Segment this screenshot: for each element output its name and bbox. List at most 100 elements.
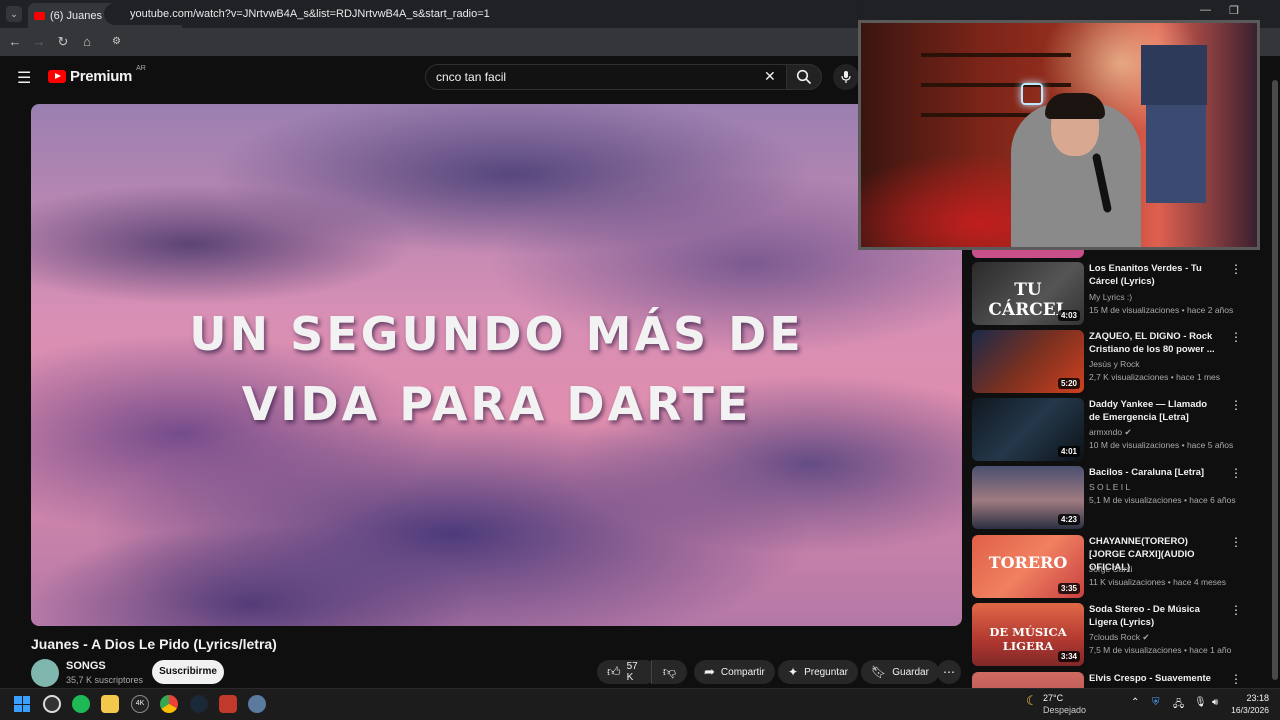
channel-name[interactable]: SONGS — [66, 660, 106, 672]
more-vertical-icon[interactable]: ⋮ — [1230, 672, 1242, 686]
4k-app-icon[interactable]: 4K — [131, 695, 149, 713]
reload-button[interactable]: ↻ — [54, 33, 72, 51]
minimize-button[interactable]: — — [1200, 4, 1211, 16]
channel-avatar[interactable] — [31, 659, 59, 687]
network-icon[interactable]: 🖧︎ — [1173, 697, 1184, 714]
more-vertical-icon[interactable]: ⋮ — [1230, 262, 1242, 276]
video-title[interactable]: Soda Stereo - De Música Ligera (Lyrics) — [1089, 603, 1219, 629]
channel-name[interactable]: Jorge Carxi — [1089, 564, 1132, 574]
search-input[interactable]: cnco tan facil — [425, 64, 787, 90]
recommendation-item[interactable]: TU CÁRCEL 4:03 Los Enanitos Verdes - Tu … — [972, 262, 1252, 326]
more-vertical-icon[interactable]: ⋮ — [1230, 398, 1242, 412]
weather-moon-icon[interactable]: ☾ — [1026, 693, 1038, 709]
clock-time[interactable]: 23:18 — [1236, 693, 1269, 703]
recommendation-item[interactable]: 4:23 Bacilos - Caraluna [Letra] S O L E … — [972, 466, 1252, 530]
video-meta: 11 K visualizaciones • hace 4 meses — [1089, 577, 1227, 587]
video-duration: 3:35 — [1057, 583, 1080, 594]
save-button[interactable]: 🔖︎ Guardar — [861, 660, 939, 684]
microphone-icon — [841, 71, 851, 83]
channel-name[interactable]: Jesús y Rock — [1089, 359, 1140, 369]
tab-list-button[interactable]: ⌄ — [6, 6, 22, 22]
video-title[interactable]: ZAQUEO, EL DIGNO - Rock Cristiano de los… — [1089, 330, 1219, 356]
spotify-app-icon[interactable] — [72, 695, 90, 713]
restore-button[interactable]: ❐ — [1229, 4, 1239, 17]
windows-start-icon[interactable] — [14, 696, 30, 712]
youtube-logo-icon — [48, 70, 66, 83]
more-vertical-icon[interactable]: ⋮ — [1230, 330, 1242, 344]
video-title[interactable]: Daddy Yankee — Llamado de Emergencia [Le… — [1089, 398, 1219, 424]
streamer-hair — [1045, 93, 1105, 119]
channel-name[interactable]: My Lyrics :) — [1089, 292, 1132, 302]
clock-date[interactable]: 16/3/2026 — [1227, 705, 1269, 715]
home-button[interactable]: ⌂ — [78, 33, 96, 51]
chrome-app-icon[interactable] — [160, 695, 178, 713]
recommendation-item[interactable]: 5:20 ZAQUEO, EL DIGNO - Rock Cristiano d… — [972, 330, 1252, 394]
channel-name[interactable]: armxndo ✔ — [1089, 427, 1132, 438]
video-title[interactable]: Los Enanitos Verdes - Tu Cárcel (Lyrics) — [1089, 262, 1219, 288]
volume-icon[interactable]: 🔊︎ — [1212, 697, 1218, 708]
steam-app-icon[interactable] — [190, 695, 208, 713]
back-button[interactable]: ← — [6, 33, 24, 51]
video-title[interactable]: Bacilos - Caraluna [Letra] — [1089, 466, 1219, 479]
video-thumbnail[interactable]: TORERO 3:35 — [972, 535, 1084, 598]
subscribe-button[interactable]: Suscribirme — [152, 660, 224, 684]
search-button[interactable] — [786, 64, 822, 90]
forward-button[interactable]: → — [30, 33, 48, 51]
voice-search-button[interactable] — [833, 64, 859, 90]
channel-name-text: armxndo — [1089, 427, 1123, 437]
app-icon[interactable] — [219, 695, 237, 713]
settings-gear-icon[interactable] — [248, 695, 266, 713]
video-thumbnail[interactable]: DE MÚSICA LIGERA 3:34 — [972, 603, 1084, 666]
clear-search-icon[interactable]: ✕ — [764, 68, 776, 85]
address-bar[interactable]: youtube.com/watch?v=JNrtvwB4A_s&list=RDJ… — [104, 3, 864, 25]
channel-name[interactable]: S O L E I L — [1089, 482, 1130, 492]
partial-thumbnail[interactable] — [972, 250, 1084, 258]
recommendation-item[interactable]: DE MÚSICA LIGERA 3:34 Soda Stereo - De M… — [972, 603, 1252, 667]
video-meta: 15 M de visualizaciones • hace 2 años — [1089, 305, 1234, 315]
recommendation-item[interactable]: TORERO 3:35 CHAYANNE(TORERO)[JORGE CARXI… — [972, 535, 1252, 599]
lyric-line-2: VIDA PARA DARTE — [241, 377, 752, 431]
shield-icon[interactable]: ⛨ — [1152, 697, 1160, 708]
subscriber-count: 35,7 K suscriptores — [66, 675, 144, 685]
channel-name[interactable]: 7clouds Rock ✔ — [1089, 632, 1150, 643]
microphone-tray-icon[interactable]: 🎙︎ — [1194, 697, 1207, 708]
share-button[interactable]: ➦ Compartir — [694, 660, 775, 684]
video-thumbnail[interactable]: 5:20 — [972, 330, 1084, 393]
like-button[interactable]: 👍︎ 57 K — [597, 660, 657, 684]
scrollbar-thumb[interactable] — [1272, 80, 1278, 680]
more-actions-button[interactable]: ⋯ — [937, 660, 961, 684]
weather-temperature[interactable]: 27°C — [1043, 693, 1063, 703]
save-label: Guardar — [892, 666, 929, 678]
youtube-premium-logo[interactable]: Premium AR — [48, 65, 146, 85]
video-lyric-overlay: UN SEGUNDO MÁS DE VIDA PARA DARTE — [31, 299, 962, 439]
video-thumbnail[interactable]: 4:23 — [972, 466, 1084, 529]
video-player[interactable]: UN SEGUNDO MÁS DE VIDA PARA DARTE — [31, 104, 962, 626]
video-thumbnail[interactable]: 4:01 — [972, 398, 1084, 461]
more-vertical-icon[interactable]: ⋮ — [1230, 466, 1242, 480]
more-vertical-icon[interactable]: ⋮ — [1230, 603, 1242, 617]
video-meta: 5,1 M de visualizaciones • hace 6 años — [1089, 495, 1236, 505]
video-title[interactable]: Elvis Crespo - Suavemente — [1089, 672, 1219, 685]
thumbs-up-icon: 👍︎ — [607, 664, 621, 679]
share-icon: ➦ — [704, 664, 715, 679]
recommendation-item[interactable]: Elvis Crespo - Suavemente ⋮ — [972, 672, 1252, 688]
file-explorer-icon[interactable] — [101, 695, 119, 713]
country-code: AR — [136, 65, 146, 72]
verified-icon: ✔ — [1124, 427, 1132, 437]
ask-label: Preguntar — [804, 666, 848, 678]
more-vertical-icon[interactable]: ⋮ — [1230, 535, 1242, 549]
dislike-button[interactable]: 👎︎ — [651, 660, 687, 684]
menu-icon[interactable]: ☰ — [17, 68, 31, 88]
video-thumbnail[interactable] — [972, 672, 1084, 688]
webcam-overlay — [858, 20, 1260, 250]
ask-button[interactable]: ✦ Preguntar — [778, 660, 858, 684]
recommendation-item[interactable]: 4:01 Daddy Yankee — Llamado de Emergenci… — [972, 398, 1252, 462]
weather-condition[interactable]: Despejado — [1043, 705, 1086, 715]
obs-app-icon[interactable] — [43, 695, 61, 713]
thumbs-down-icon: 👎︎ — [662, 664, 677, 679]
video-meta: 10 M de visualizaciones • hace 5 años — [1089, 440, 1234, 450]
video-thumbnail[interactable]: TU CÁRCEL 4:03 — [972, 262, 1084, 325]
video-meta: 2,7 K visualizaciones • hace 1 mes — [1089, 372, 1221, 382]
chevron-up-icon[interactable]: ⌃ — [1131, 697, 1139, 708]
site-info-icon[interactable]: ⚙ — [112, 36, 121, 47]
